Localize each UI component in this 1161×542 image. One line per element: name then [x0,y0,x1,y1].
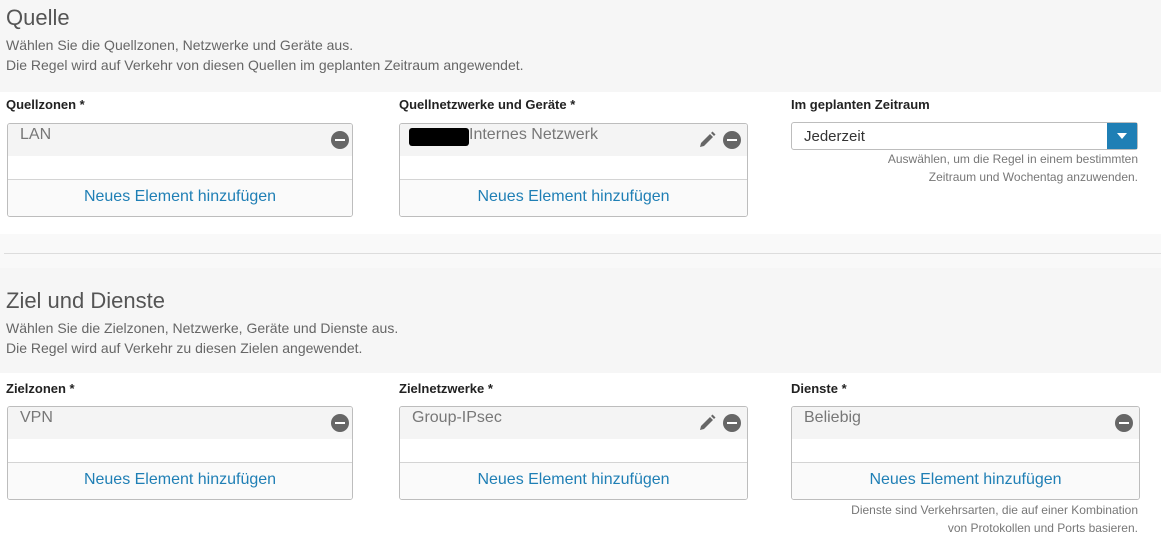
dest-zones-box: VPN Neues Element hinzufügen [7,406,353,500]
add-dest-zone-button[interactable]: Neues Element hinzufügen [8,462,352,499]
add-source-zone-button[interactable]: Neues Element hinzufügen [8,179,352,216]
dest-networks-label: Zielnetzwerke * [399,381,493,396]
dest-zone-item: VPN [20,409,53,426]
list-item: VPN [8,407,352,439]
remove-icon[interactable] [723,131,741,149]
source-zones-label: Quellzonen * [6,97,85,112]
source-section-desc-2: Die Regel wird auf Verkehr von diesen Qu… [6,57,524,73]
source-zone-item: LAN [20,126,52,143]
remove-icon[interactable] [1115,414,1133,432]
source-section-title: Quelle [6,5,70,30]
services-help-2: von Protokollen und Ports basieren. [947,521,1138,535]
edit-icon[interactable] [697,413,717,433]
schedule-select[interactable]: Jederzeit [791,122,1138,150]
service-item: Beliebig [804,409,861,426]
redaction-mark [409,128,469,146]
source-networks-box: Internes Netzwerk Neues Element hinzufüg… [399,123,748,217]
source-networks-label: Quellnetzwerke und Geräte * [399,97,576,112]
remove-icon[interactable] [331,131,349,149]
dest-section-desc-1: Wählen Sie die Zielzonen, Netzwerke, Ger… [6,320,399,336]
schedule-value: Jederzeit [804,128,865,145]
edit-icon[interactable] [697,130,717,150]
add-dest-network-button[interactable]: Neues Element hinzufügen [400,462,747,499]
schedule-label: Im geplanten Zeitraum [791,97,930,112]
dest-section-desc-2: Die Regel wird auf Verkehr zu diesen Zie… [6,340,363,356]
dest-network-item: Group-IPsec [412,409,502,426]
list-item: Internes Netzwerk [400,124,747,156]
remove-icon[interactable] [331,414,349,432]
schedule-help-2: Zeitraum und Wochentag anzuwenden. [928,170,1138,184]
dest-networks-box: Group-IPsec Neues Element hinzufügen [399,406,748,500]
list-item: Beliebig [792,407,1139,439]
section-gap [0,234,1161,268]
services-help-1: Dienste sind Verkehrsarten, die auf eine… [851,503,1138,517]
remove-icon[interactable] [723,414,741,432]
dest-zones-label: Zielzonen * [6,381,75,396]
services-label: Dienste * [791,381,847,396]
services-box: Beliebig Neues Element hinzufügen [791,406,1140,500]
source-section-desc-1: Wählen Sie die Quellzonen, Netzwerke und… [6,37,354,53]
source-zones-box: LAN Neues Element hinzufügen [7,123,353,217]
add-source-network-button[interactable]: Neues Element hinzufügen [400,179,747,216]
schedule-help-1: Auswählen, um die Regel in einem bestimm… [887,152,1138,166]
section-divider [4,253,1161,254]
list-item: Group-IPsec [400,407,747,439]
add-service-button[interactable]: Neues Element hinzufügen [792,462,1139,499]
source-network-item: Internes Netzwerk [469,126,598,143]
chevron-down-icon[interactable] [1107,123,1137,149]
dest-section-title: Ziel und Dienste [6,288,165,313]
list-item: LAN [8,124,352,156]
